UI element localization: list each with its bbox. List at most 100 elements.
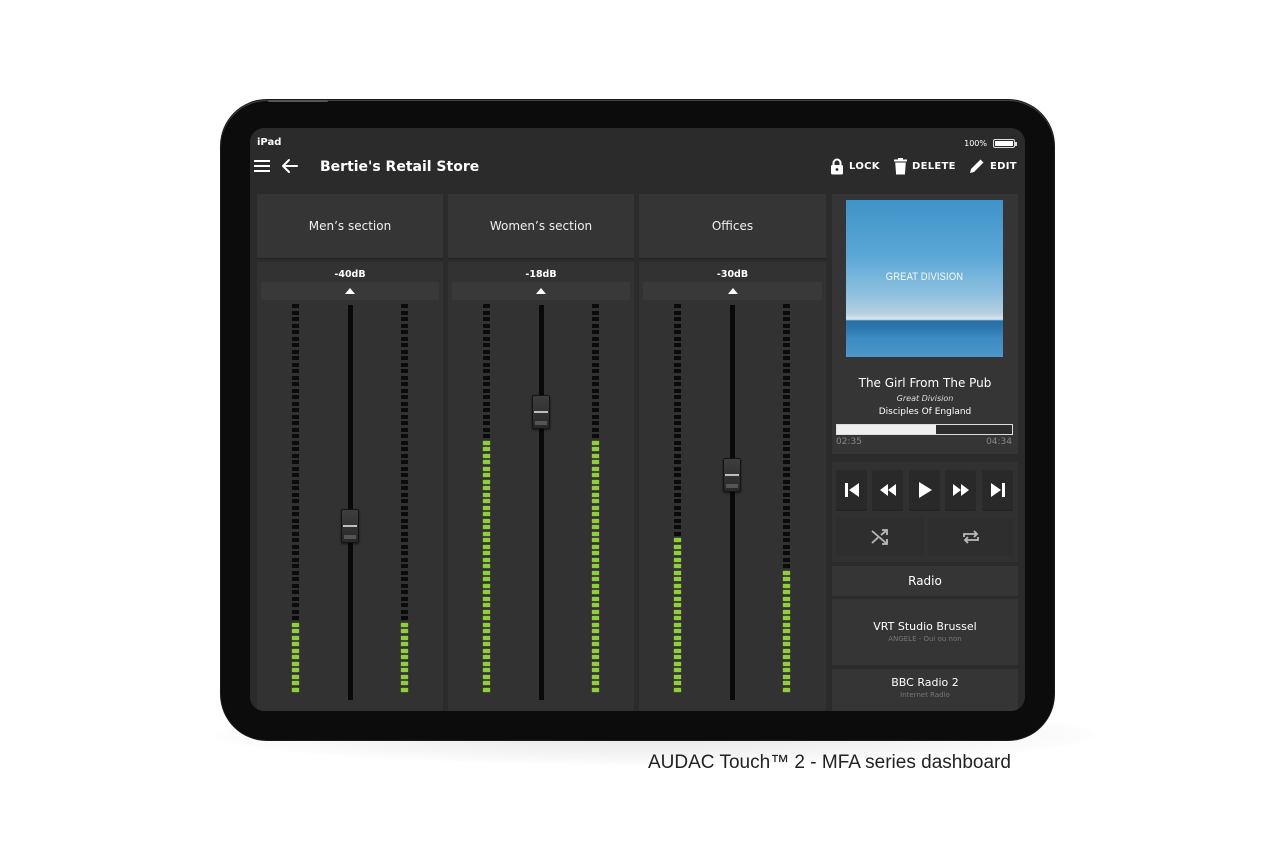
meter-segment: [674, 356, 681, 360]
meter-segment: [783, 408, 790, 412]
meter-segment: [483, 382, 490, 386]
meter-segment: [292, 687, 299, 692]
zone-title-offices[interactable]: Offices: [639, 194, 826, 258]
hamburger-icon[interactable]: [254, 160, 270, 174]
volume-fader-knob[interactable]: [341, 509, 359, 544]
zone-level-toggle[interactable]: [261, 282, 439, 300]
meter-segment: [483, 551, 490, 555]
meter-segment: [592, 434, 599, 438]
meter-segment: [783, 447, 790, 451]
meter-segment: [401, 453, 408, 458]
skip-previous-button[interactable]: [836, 470, 867, 510]
meter-segment: [674, 622, 681, 627]
triangle-up-icon: [345, 288, 355, 294]
meter-segment: [592, 356, 599, 360]
meter-segment: [401, 401, 408, 406]
meter-segment: [483, 590, 490, 594]
meter-segment: [483, 427, 490, 432]
shuffle-button[interactable]: [836, 518, 924, 556]
volume-fader-track[interactable]: [348, 305, 353, 700]
meter-segment: [401, 486, 408, 490]
meter-segment: [783, 440, 790, 445]
play-icon: [918, 482, 932, 498]
meter-segment: [674, 642, 681, 646]
meter-segment: [401, 557, 408, 562]
meter-segment: [292, 635, 299, 640]
zone-title-mens[interactable]: Men’s section: [257, 194, 443, 258]
volume-fader-knob[interactable]: [723, 457, 741, 492]
meter-segment: [292, 512, 299, 516]
lock-button[interactable]: LOCK: [830, 158, 880, 175]
meter-segment: [292, 408, 299, 412]
meter-segment: [592, 505, 599, 510]
meter-segment: [674, 661, 681, 666]
meter-segment: [401, 635, 408, 640]
meter-segment: [483, 603, 490, 607]
meter-segment: [292, 362, 299, 367]
zone-title-womens[interactable]: Women’s section: [448, 194, 634, 258]
meter-segment: [401, 622, 408, 627]
meter-segment: [401, 369, 408, 373]
meter-segment: [674, 343, 681, 347]
meter-segment: [483, 525, 490, 529]
arrow-left-icon[interactable]: [281, 157, 299, 175]
meter-segment: [592, 635, 599, 640]
repeat-button[interactable]: [928, 518, 1014, 556]
meter-segment: [401, 642, 408, 646]
meter-segment: [483, 681, 490, 685]
meter-segment: [401, 343, 408, 347]
meter-segment: [783, 674, 790, 679]
meter-segment: [592, 616, 599, 620]
meter-segment: [674, 434, 681, 438]
meter-segment: [401, 687, 408, 692]
meter-segment: [401, 349, 408, 354]
meter-segment: [592, 343, 599, 347]
meter-segment: [674, 395, 681, 399]
meter-segment: [483, 453, 490, 458]
meter-segment: [783, 356, 790, 360]
meter-segment: [292, 570, 299, 575]
lock-label: LOCK: [849, 161, 880, 172]
meter-segment: [592, 661, 599, 666]
track-progress-bar[interactable]: [836, 424, 1013, 435]
meter-segment: [292, 544, 299, 549]
meter-segment: [592, 401, 599, 406]
volume-fader-track[interactable]: [539, 305, 544, 700]
meter-segment: [674, 453, 681, 458]
meter-segment: [674, 375, 681, 380]
meter-segment: [783, 349, 790, 354]
meter-segment: [674, 674, 681, 679]
skip-next-button[interactable]: [982, 470, 1013, 510]
play-button[interactable]: [909, 470, 940, 510]
meter-segment: [292, 668, 299, 672]
zone-level-toggle[interactable]: [452, 282, 630, 300]
meter-segment: [483, 375, 490, 380]
radio-station-item[interactable]: BBC Radio 2 Internet Radio: [832, 669, 1018, 711]
fast-forward-button[interactable]: [945, 470, 976, 510]
meter-segment: [674, 401, 681, 406]
meter-segment: [292, 629, 299, 633]
level-meter-left: [292, 304, 299, 694]
meter-segment: [592, 512, 599, 516]
delete-button[interactable]: DELETE: [894, 158, 956, 175]
meter-segment: [592, 577, 599, 581]
meter-segment: [674, 603, 681, 607]
zone-level-label: -40dB: [334, 269, 366, 280]
meter-segment: [592, 479, 599, 484]
meter-segment: [592, 466, 599, 471]
zone-level-toggle[interactable]: [643, 282, 822, 300]
meter-segment: [592, 362, 599, 367]
meter-segment: [401, 629, 408, 633]
rewind-button[interactable]: [872, 470, 903, 510]
meter-segment: [292, 434, 299, 438]
meter-segment: [483, 499, 490, 503]
meter-segment: [483, 434, 490, 438]
meter-segment: [592, 460, 599, 464]
edit-button[interactable]: EDIT: [969, 158, 1017, 174]
meter-segment: [292, 609, 299, 614]
radio-station-item[interactable]: VRT Studio Brussel ANGELE - Oui ou non: [832, 599, 1018, 665]
volume-fader-track[interactable]: [730, 305, 735, 700]
meter-segment: [592, 531, 599, 536]
volume-fader-knob[interactable]: [532, 394, 550, 429]
meter-segment: [783, 388, 790, 393]
